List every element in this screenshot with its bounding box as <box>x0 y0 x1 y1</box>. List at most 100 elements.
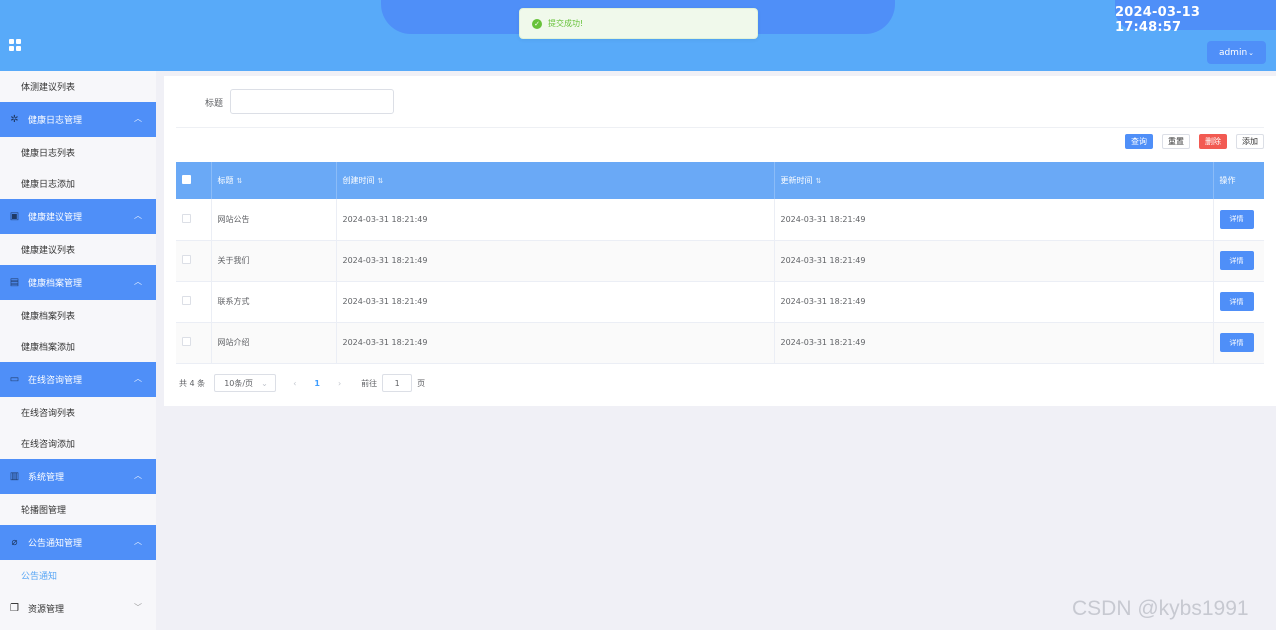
sidebar-group-system[interactable]: ▥ 系统管理 ︿ <box>0 459 156 494</box>
cell-created: 2024-03-31 18:21:49 <box>336 240 775 282</box>
chevron-down-icon: ⌄ <box>261 378 268 388</box>
column-label: 创建时间 <box>342 176 375 185</box>
sidebar-group-health-record[interactable]: ▤ 健康档案管理 ︿ <box>0 265 156 300</box>
sidebar-group-label: 公告通知管理 <box>28 539 83 549</box>
goto-input[interactable]: 1 <box>382 374 413 392</box>
toolbar: 查询 重置 删除 添加 <box>1125 134 1264 149</box>
column-label: 标题 <box>217 176 234 185</box>
menu-grid-icon[interactable] <box>9 39 22 52</box>
detail-button[interactable]: 详情 <box>1219 251 1254 270</box>
row-checkbox[interactable] <box>182 213 191 223</box>
gear-icon: ✲ <box>10 114 19 125</box>
chevron-up-icon: ︿ <box>134 471 142 480</box>
box-icon: ▥ <box>9 471 20 482</box>
sidebar-item-online-consult-add[interactable]: 在线咨询添加 <box>0 428 156 459</box>
column-header-action: 操作 <box>1213 162 1264 199</box>
cell-created: 2024-03-31 18:21:49 <box>336 322 775 364</box>
table-row: 网站公告 2024-03-31 18:21:49 2024-03-31 18:2… <box>176 199 1264 241</box>
divider <box>176 127 1264 128</box>
clipboard-icon: ▤ <box>9 277 20 288</box>
sort-icon[interactable]: ⇅ <box>816 177 822 185</box>
sidebar-item-carousel[interactable]: 轮播图管理 <box>0 494 156 525</box>
cell-updated: 2024-03-31 18:21:49 <box>774 281 1214 323</box>
cell-title: 网站介绍 <box>211 322 337 364</box>
copy-icon: ❐ <box>10 603 19 614</box>
pagination: 共 4 条 10条/页 ⌄ ‹ 1 › 前往 1 页 <box>179 374 425 392</box>
reset-button[interactable]: 重置 <box>1162 134 1190 149</box>
query-button[interactable]: 查询 <box>1125 134 1153 149</box>
column-header-created[interactable]: 创建时间 ⇅ <box>336 162 775 199</box>
table-row: 联系方式 2024-03-31 18:21:49 2024-03-31 18:2… <box>176 281 1264 323</box>
column-header-title[interactable]: 标题 ⇅ <box>211 162 337 199</box>
sidebar-group-health-advice[interactable]: ▣ 健康建议管理 ︿ <box>0 199 156 234</box>
sidebar-item-health-record-list[interactable]: 健康档案列表 <box>0 300 156 331</box>
inbox-icon: ▣ <box>9 211 20 222</box>
row-checkbox[interactable] <box>182 296 191 305</box>
clock-panel: 2024-03-13 17:48:57 <box>1115 0 1276 35</box>
sidebar-group-notice[interactable]: ⌀ 公告通知管理 ︿ <box>0 525 156 560</box>
sort-icon[interactable]: ⇅ <box>237 177 243 185</box>
cell-title: 网站公告 <box>211 199 337 241</box>
sidebar-item-health-record-add[interactable]: 健康档案添加 <box>0 331 156 362</box>
user-menu-button[interactable]: admin ⌄ <box>1207 41 1266 64</box>
add-button[interactable]: 添加 <box>1236 134 1264 149</box>
main-panel: 标题 查询 重置 删除 添加 标题 ⇅ 创建时间 ⇅ 更新时间 ⇅ 操作 网站公告 2… <box>164 76 1276 406</box>
sidebar-group-label: 资源管理 <box>28 605 65 615</box>
cell-created: 2024-03-31 18:21:49 <box>336 199 775 241</box>
sidebar-group-label: 健康档案管理 <box>28 279 83 289</box>
chevron-up-icon: ︿ <box>134 211 142 220</box>
page-size-value: 10条/页 <box>224 378 254 388</box>
sidebar-item-online-consult-list[interactable]: 在线咨询列表 <box>0 397 156 428</box>
success-toast: ✓ 提交成功! <box>519 8 758 39</box>
select-all-checkbox[interactable] <box>182 175 191 184</box>
check-circle-icon: ✓ <box>532 18 542 29</box>
cell-title: 关于我们 <box>211 240 337 282</box>
chevron-up-icon: ︿ <box>134 374 142 383</box>
sidebar-item-notice[interactable]: 公告通知 <box>0 560 156 591</box>
prev-page-button[interactable]: ‹ <box>293 379 296 388</box>
table-row: 网站介绍 2024-03-31 18:21:49 2024-03-31 18:2… <box>176 322 1264 364</box>
select-all-cell <box>176 162 212 199</box>
goto-label: 前往 <box>361 378 378 388</box>
cell-created: 2024-03-31 18:21:49 <box>336 281 775 323</box>
chevron-down-icon: ⌄ <box>1248 48 1255 57</box>
page-size-select[interactable]: 10条/页 ⌄ <box>214 374 277 392</box>
sidebar-group-resource[interactable]: ❐ 资源管理 ﹀ <box>0 591 156 626</box>
row-checkbox[interactable] <box>182 255 191 264</box>
chevron-down-icon: ﹀ <box>134 603 142 612</box>
next-page-button[interactable]: › <box>338 379 341 388</box>
title-filter-label: 标题 <box>205 99 224 109</box>
detail-button[interactable]: 详情 <box>1219 333 1254 352</box>
chevron-up-icon: ︿ <box>134 537 142 546</box>
sort-icon[interactable]: ⇅ <box>378 177 384 185</box>
watermark: CSDN @kybs1991 <box>1072 597 1249 620</box>
table-row: 关于我们 2024-03-31 18:21:49 2024-03-31 18:2… <box>176 240 1264 282</box>
detail-button[interactable]: 详情 <box>1219 292 1254 311</box>
sidebar-group-label: 健康日志管理 <box>28 116 83 126</box>
notice-table: 标题 ⇅ 创建时间 ⇅ 更新时间 ⇅ 操作 网站公告 2024-03-31 18:21… <box>176 162 1264 364</box>
total-count: 共 4 条 <box>179 378 206 388</box>
cell-title: 联系方式 <box>211 281 337 323</box>
paperclip-icon: ⌀ <box>11 537 18 548</box>
sidebar-item-health-log-add[interactable]: 健康日志添加 <box>0 168 156 199</box>
title-filter-input[interactable] <box>230 89 394 114</box>
sidebar-item-fitness-advice-list[interactable]: 体测建议列表 <box>0 71 156 102</box>
toast-message: 提交成功! <box>548 19 584 28</box>
chevron-up-icon: ︿ <box>134 114 142 123</box>
sidebar-group-label: 在线咨询管理 <box>28 376 83 386</box>
row-checkbox[interactable] <box>182 337 191 346</box>
page-number[interactable]: 1 <box>314 379 320 388</box>
user-name: admin <box>1218 47 1248 58</box>
sidebar-group-online-consult[interactable]: ▭ 在线咨询管理 ︿ <box>0 362 156 397</box>
delete-button[interactable]: 删除 <box>1199 134 1227 149</box>
sidebar-group-label: 健康建议管理 <box>28 213 83 223</box>
column-header-updated[interactable]: 更新时间 ⇅ <box>774 162 1214 199</box>
cell-updated: 2024-03-31 18:21:49 <box>774 322 1214 364</box>
sidebar-item-health-advice-list[interactable]: 健康建议列表 <box>0 234 156 265</box>
column-label: 更新时间 <box>780 176 813 185</box>
detail-button[interactable]: 详情 <box>1219 209 1254 229</box>
cell-updated: 2024-03-31 18:21:49 <box>774 240 1214 282</box>
clock: 2024-03-13 17:48:57 <box>1115 5 1201 35</box>
sidebar-group-health-log[interactable]: ✲ 健康日志管理 ︿ <box>0 102 156 137</box>
sidebar-item-health-log-list[interactable]: 健康日志列表 <box>0 137 156 168</box>
